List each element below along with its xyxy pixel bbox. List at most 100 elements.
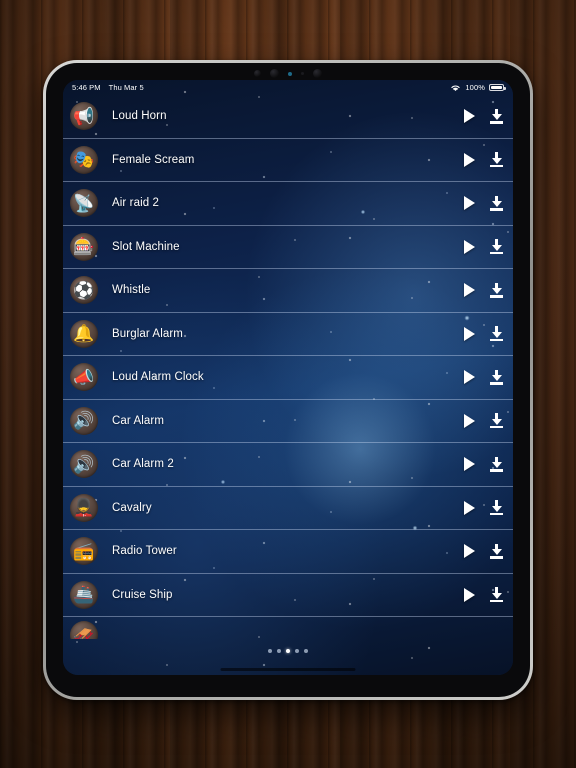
ambient-light-sensor-icon	[301, 72, 304, 75]
row-actions	[464, 152, 504, 168]
status-date: Thu Mar 5	[108, 83, 144, 92]
table-row[interactable]: 🔊 Car Alarm	[63, 400, 513, 443]
slot-machine-icon: 🎰	[70, 232, 98, 261]
play-button[interactable]	[464, 370, 475, 385]
camera-lens-icon	[313, 69, 322, 78]
row-actions	[464, 500, 504, 516]
sound-name-label: Slot Machine	[112, 240, 180, 253]
sound-icon-glyph: ⚽	[73, 280, 95, 300]
sound-name-label: Whistle	[112, 284, 151, 297]
speaker-waves-icon: 🔊	[70, 450, 98, 479]
page-dot[interactable]	[277, 649, 281, 653]
sound-icon-glyph: 🔔	[73, 324, 95, 344]
page-dot[interactable]	[286, 649, 290, 653]
radio-icon: 📻	[70, 537, 98, 566]
status-bar: 5:46 PM Thu Mar 5 100%	[63, 80, 513, 95]
play-button[interactable]	[464, 196, 475, 211]
sound-name-label: Female Scream	[112, 153, 195, 166]
page-dot[interactable]	[268, 649, 272, 653]
sound-name-label: Air raid 2	[112, 197, 160, 210]
table-row[interactable]: 📣 Loud Alarm Clock	[63, 356, 513, 400]
page-dot[interactable]	[295, 649, 299, 653]
play-button[interactable]	[464, 544, 475, 559]
table-row[interactable]: 📻 Radio Tower	[63, 530, 513, 574]
play-button[interactable]	[464, 587, 475, 602]
download-button[interactable]	[489, 369, 504, 385]
play-button[interactable]	[464, 152, 475, 167]
row-actions	[464, 195, 504, 211]
download-button[interactable]	[489, 587, 504, 603]
sound-icon-glyph: 🛷	[73, 625, 95, 640]
sound-icon-glyph: 📻	[73, 541, 95, 561]
row-actions	[464, 369, 504, 385]
sound-icon-glyph: 🚢	[73, 585, 95, 605]
sound-name-label: Loud Horn	[112, 110, 167, 123]
camera-lens-icon	[270, 69, 279, 78]
sound-name-label: Radio Tower	[112, 545, 177, 558]
row-actions	[464, 413, 504, 429]
table-row[interactable]: 🔊 Car Alarm 2	[63, 443, 513, 487]
sound-icon-glyph: 📢	[73, 106, 95, 126]
download-button[interactable]	[489, 500, 504, 516]
sound-icon-glyph: 📡	[73, 193, 95, 213]
play-button[interactable]	[464, 500, 475, 515]
guard-icon: 💂	[70, 493, 98, 522]
ipad-device: 5:46 PM Thu Mar 5 100% 📢 Loud Horn 🎭 Female…	[43, 60, 533, 700]
row-actions	[464, 456, 504, 472]
camera-sensor-cluster	[228, 68, 348, 79]
play-button[interactable]	[464, 283, 475, 298]
row-actions	[464, 282, 504, 298]
download-button[interactable]	[489, 456, 504, 472]
sound-name-label: Loud Alarm Clock	[112, 371, 204, 384]
sound-icon-glyph: 🔊	[73, 411, 95, 431]
table-row[interactable]: 🔔 Burglar Alarm	[63, 313, 513, 356]
table-row[interactable]: 🎰 Slot Machine	[63, 226, 513, 269]
table-row[interactable]: 📡 Air raid 2	[63, 182, 513, 226]
play-button[interactable]	[464, 109, 475, 124]
page-dot[interactable]	[304, 649, 308, 653]
satellite-dish-icon: 📡	[70, 189, 98, 218]
horn-icon: 📢	[70, 102, 98, 131]
download-button[interactable]	[489, 543, 504, 559]
sound-name-label: Cavalry	[112, 501, 152, 514]
table-row[interactable]: 🎭 Female Scream	[63, 139, 513, 182]
table-row[interactable]: 💂 Cavalry	[63, 487, 513, 530]
table-row-partial[interactable]: 🛷	[63, 617, 513, 639]
download-button[interactable]	[489, 152, 504, 168]
sound-list[interactable]: 📢 Loud Horn 🎭 Female Scream 📡 Air raid 2 🎰 Slot…	[63, 95, 513, 639]
device-bezel: 5:46 PM Thu Mar 5 100% 📢 Loud Horn 🎭 Female…	[46, 63, 530, 697]
sound-name-label: Burglar Alarm	[112, 327, 183, 340]
play-button[interactable]	[464, 457, 475, 472]
sound-name-label: Car Alarm	[112, 414, 165, 427]
row-actions	[464, 326, 504, 342]
download-button[interactable]	[489, 326, 504, 342]
soccer-ball-icon: ⚽	[70, 276, 98, 305]
play-button[interactable]	[464, 239, 475, 254]
ship-icon: 🚢	[70, 580, 98, 609]
row-actions	[464, 543, 504, 559]
sound-icon-glyph: 💂	[73, 498, 95, 518]
download-button[interactable]	[489, 239, 504, 255]
page-indicator-dots[interactable]	[63, 649, 513, 653]
table-row[interactable]: ⚽ Whistle	[63, 269, 513, 313]
sound-icon-glyph: 🔊	[73, 454, 95, 474]
status-time: 5:46 PM	[72, 83, 101, 92]
table-row[interactable]: 📢 Loud Horn	[63, 95, 513, 139]
home-indicator[interactable]	[220, 667, 356, 671]
sound-name-label: Car Alarm 2	[112, 458, 174, 471]
download-button[interactable]	[489, 413, 504, 429]
row-actions	[464, 239, 504, 255]
table-row[interactable]: 🚢 Cruise Ship	[63, 574, 513, 617]
play-button[interactable]	[464, 326, 475, 341]
wifi-icon	[451, 85, 461, 91]
download-button[interactable]	[489, 282, 504, 298]
download-button[interactable]	[489, 195, 504, 211]
sound-icon-glyph: 📣	[73, 367, 95, 387]
battery-percent-label: 100%	[465, 83, 485, 92]
download-button[interactable]	[489, 108, 504, 124]
megaphone-icon: 📣	[70, 363, 98, 392]
play-button[interactable]	[464, 413, 475, 428]
sound-icon-glyph: 🎭	[73, 150, 95, 170]
proximity-sensor-icon	[288, 71, 292, 76]
loudspeaker-icon: 🔊	[70, 406, 98, 435]
